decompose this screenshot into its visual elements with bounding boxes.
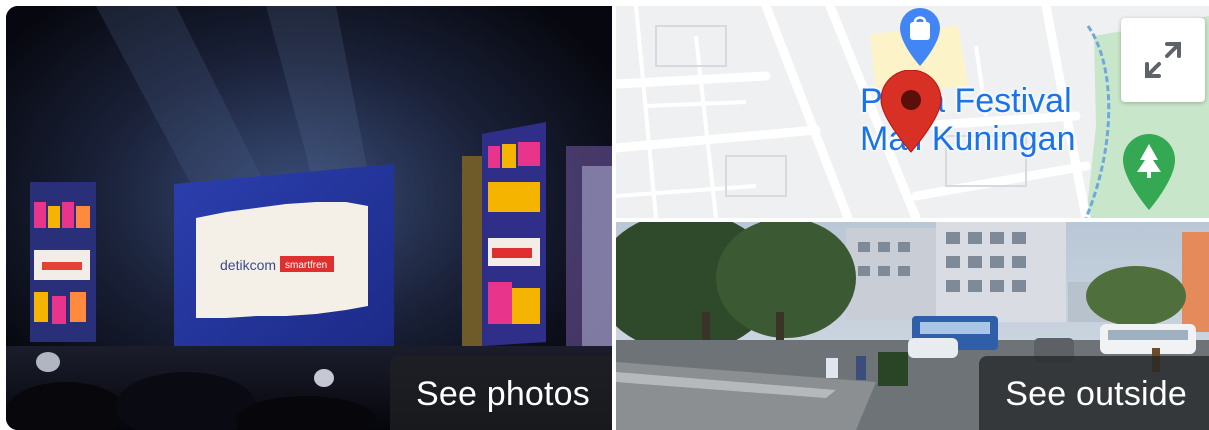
tree-icon[interactable]	[1120, 132, 1178, 212]
shopping-bag-icon[interactable]	[896, 6, 944, 68]
expand-arrows-icon	[1145, 42, 1181, 78]
photos-tile[interactable]: detikcom smartfren See photos	[6, 6, 612, 430]
place-media-tiles: detikcom smartfren See photos Plaza Fest…	[0, 0, 1209, 430]
see-outside-label[interactable]: See outside	[979, 356, 1209, 430]
location-pin-icon[interactable]	[878, 70, 944, 154]
map-tile[interactable]: Plaza Festival Mall Kuningan	[616, 6, 1209, 218]
svg-text:smartfren: smartfren	[285, 260, 327, 271]
svg-text:detikcom: detikcom	[220, 257, 276, 273]
street-view-tile[interactable]: See outside	[616, 222, 1209, 430]
see-photos-label[interactable]: See photos	[389, 356, 612, 430]
expand-map-button[interactable]	[1121, 18, 1205, 102]
